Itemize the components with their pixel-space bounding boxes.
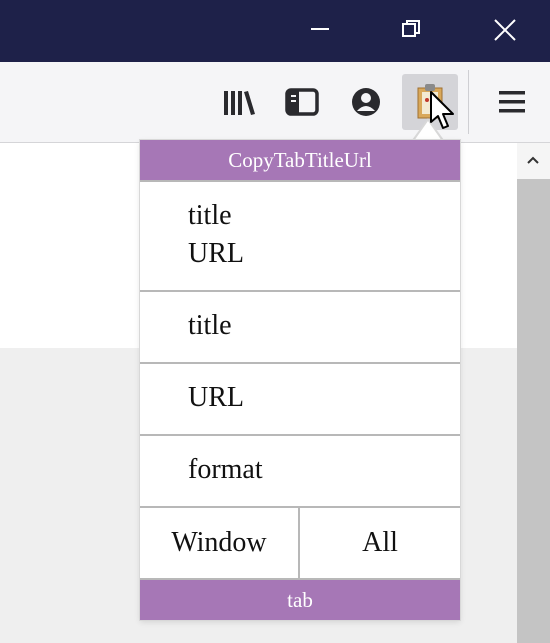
close-icon <box>494 19 516 41</box>
scroll-up-button[interactable] <box>517 143 550 179</box>
popup-title: CopyTabTitleUrl <box>140 140 460 180</box>
copy-format-option[interactable]: format <box>140 434 460 508</box>
title-bar <box>0 0 550 62</box>
option-label: URL <box>188 382 244 413</box>
scrollbar-thumb[interactable] <box>517 179 550 643</box>
copy-window-option[interactable]: Window <box>140 506 298 578</box>
minimize-icon <box>311 28 329 30</box>
option-label: format <box>188 454 263 485</box>
hamburger-menu-icon <box>499 91 525 113</box>
sidebar-button[interactable] <box>276 74 328 130</box>
menu-button[interactable] <box>486 74 538 130</box>
popup-footer: tab <box>140 580 460 620</box>
option-label: title <box>188 310 232 341</box>
vertical-scrollbar[interactable] <box>517 143 550 643</box>
restore-button[interactable] <box>388 8 434 50</box>
sidebar-icon <box>285 88 319 116</box>
chevron-up-icon <box>527 156 539 164</box>
account-button[interactable] <box>340 74 392 130</box>
copy-all-option[interactable]: All <box>300 506 460 578</box>
option-label-url: URL <box>188 238 244 269</box>
account-icon <box>352 88 380 116</box>
copy-title-option[interactable]: title <box>140 290 460 364</box>
browser-toolbar <box>0 62 550 143</box>
library-icon <box>224 91 255 115</box>
option-label-title: title <box>188 200 232 231</box>
restore-icon <box>402 20 420 37</box>
close-button[interactable] <box>481 8 527 50</box>
copy-url-option[interactable]: URL <box>140 362 460 436</box>
copy-title-and-url-option[interactable]: title URL <box>140 180 460 292</box>
mouse-cursor-icon <box>430 91 454 129</box>
copy-tab-title-url-popup: CopyTabTitleUrl title URL title URL form… <box>140 140 460 620</box>
library-button[interactable] <box>214 74 266 130</box>
toolbar-separator <box>468 70 469 134</box>
minimize-button[interactable] <box>297 8 343 50</box>
